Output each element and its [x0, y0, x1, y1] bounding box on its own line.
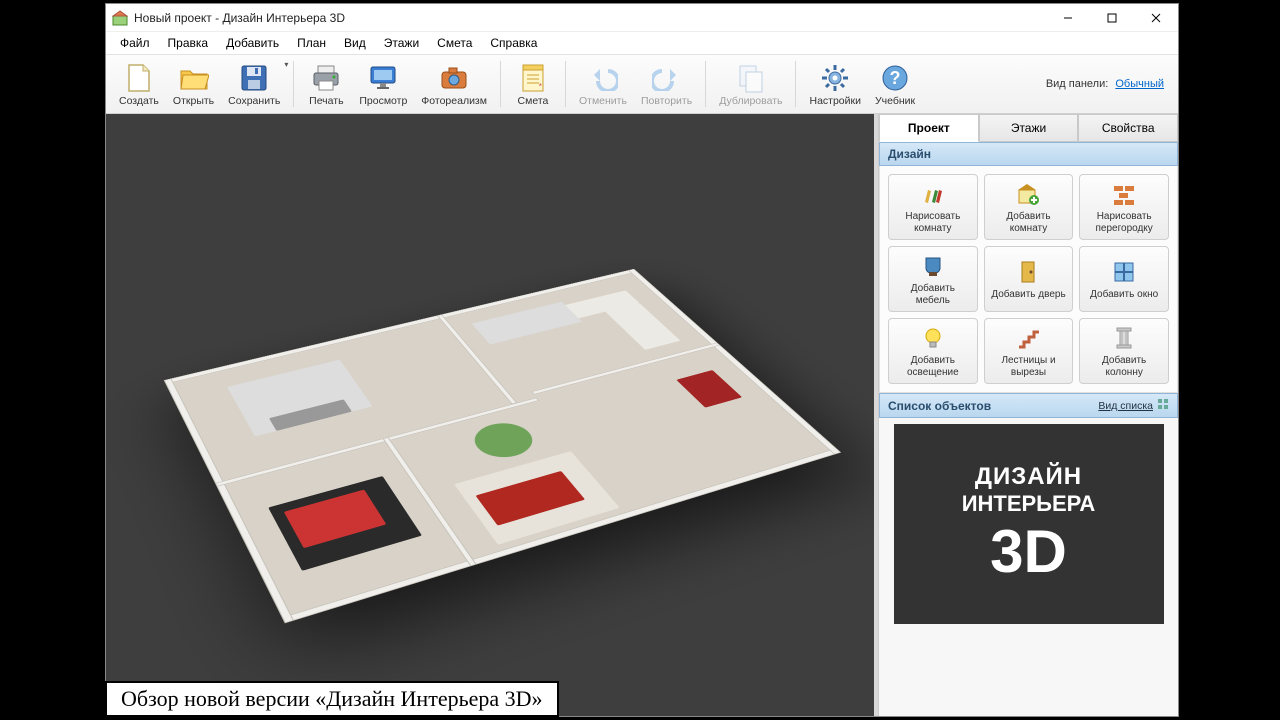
menu-смета[interactable]: Смета: [429, 34, 480, 52]
panel-view-selector[interactable]: Вид панели: Обычный: [1046, 78, 1164, 90]
new-button[interactable]: Создать: [112, 57, 166, 111]
panel-view-label: Вид панели:: [1046, 78, 1108, 90]
svg-text:?: ?: [890, 68, 901, 88]
undo-icon: [587, 62, 619, 94]
tab-проект[interactable]: Проект: [879, 114, 979, 142]
redo-button: Повторить: [634, 57, 699, 111]
side-tabs: ПроектЭтажиСвойства: [879, 114, 1178, 142]
menu-вид[interactable]: Вид: [336, 34, 374, 52]
design-column-button[interactable]: Добавить колонну: [1079, 318, 1169, 384]
undo-button: Отменить: [572, 57, 634, 111]
photo-button[interactable]: Фотореализм: [414, 57, 494, 111]
dropdown-arrow-icon: ▾: [284, 60, 288, 69]
app-icon: [112, 10, 128, 26]
menu-план[interactable]: План: [289, 34, 334, 52]
design-stairs-button[interactable]: Лестницы и вырезы: [984, 318, 1074, 384]
close-button[interactable]: [1134, 4, 1178, 31]
estimate-button[interactable]: Смета: [507, 57, 559, 111]
menu-этажи[interactable]: Этажи: [376, 34, 427, 52]
design-door-button[interactable]: Добавить дверь: [984, 246, 1074, 312]
monitor-icon: [367, 62, 399, 94]
design-wall-button[interactable]: Нарисовать перегородку: [1079, 174, 1169, 240]
design-draw-room-button[interactable]: Нарисовать комнату: [888, 174, 978, 240]
app-window: Новый проект - Дизайн Интерьера 3D ФайлП…: [105, 3, 1179, 717]
panel-view-value[interactable]: Обычный: [1115, 78, 1164, 90]
design-chair-button[interactable]: Добавить мебель: [888, 246, 978, 312]
add-room-icon: [1014, 180, 1042, 208]
dup-button: Дублировать: [712, 57, 789, 111]
help-button[interactable]: ?Учебник: [868, 57, 922, 111]
view-button[interactable]: Просмотр: [352, 57, 414, 111]
minimize-button[interactable]: [1046, 4, 1090, 31]
design-add-room-button[interactable]: Добавить комнату: [984, 174, 1074, 240]
menu-bar: ФайлПравкаДобавитьПланВидЭтажиСметаСправ…: [106, 32, 1178, 54]
tab-этажи[interactable]: Этажи: [979, 114, 1079, 142]
window-title: Новый проект - Дизайн Интерьера 3D: [134, 11, 1046, 25]
column-icon: [1110, 324, 1138, 352]
chair-icon: [919, 252, 947, 280]
list-view-icon[interactable]: [1157, 398, 1169, 413]
promo-logo: ДИЗАЙН ИНТЕРЬЕРА 3D: [894, 424, 1164, 624]
file-new-icon: [123, 62, 155, 94]
gear-icon: [819, 62, 851, 94]
list-view-link[interactable]: Вид списка: [1098, 400, 1153, 412]
tab-свойства[interactable]: Свойства: [1078, 114, 1178, 142]
side-panel: ПроектЭтажиСвойства Дизайн Нарисовать ко…: [878, 114, 1178, 716]
save-button[interactable]: Сохранить▾: [221, 57, 287, 111]
printer-icon: [310, 62, 342, 94]
bulb-icon: [919, 324, 947, 352]
menu-справка[interactable]: Справка: [482, 34, 545, 52]
video-caption: Обзор новой версии «Дизайн Интерьера 3D»: [105, 681, 559, 717]
menu-файл[interactable]: Файл: [112, 34, 158, 52]
maximize-button[interactable]: [1090, 4, 1134, 31]
stairs-icon: [1014, 324, 1042, 352]
design-bulb-button[interactable]: Добавить освещение: [888, 318, 978, 384]
wall-icon: [1110, 180, 1138, 208]
notepad-icon: [517, 62, 549, 94]
camera-icon: [438, 62, 470, 94]
redo-icon: [651, 62, 683, 94]
door-icon: [1014, 258, 1042, 286]
disk-icon: [238, 62, 270, 94]
print-button[interactable]: Печать: [300, 57, 352, 111]
toolbar: СоздатьОткрытьСохранить▾ПечатьПросмотрФо…: [106, 54, 1178, 114]
3d-viewport[interactable]: [106, 114, 874, 716]
design-section-header: Дизайн: [879, 142, 1178, 166]
copy-icon: [735, 62, 767, 94]
menu-добавить[interactable]: Добавить: [218, 34, 287, 52]
title-bar: Новый проект - Дизайн Интерьера 3D: [106, 4, 1178, 32]
objects-section-header: Список объектов Вид списка: [879, 393, 1178, 418]
folder-open-icon: [178, 62, 210, 94]
design-tools-grid: Нарисовать комнатуДобавить комнатуНарисо…: [879, 166, 1178, 393]
open-button[interactable]: Открыть: [166, 57, 221, 111]
menu-правка[interactable]: Правка: [160, 34, 217, 52]
design-window-button[interactable]: Добавить окно: [1079, 246, 1169, 312]
objects-list-area: ДИЗАЙН ИНТЕРЬЕРА 3D: [879, 418, 1178, 716]
help-icon: ?: [879, 62, 911, 94]
window-icon: [1110, 258, 1138, 286]
settings-button[interactable]: Настройки: [802, 57, 868, 111]
draw-room-icon: [919, 180, 947, 208]
